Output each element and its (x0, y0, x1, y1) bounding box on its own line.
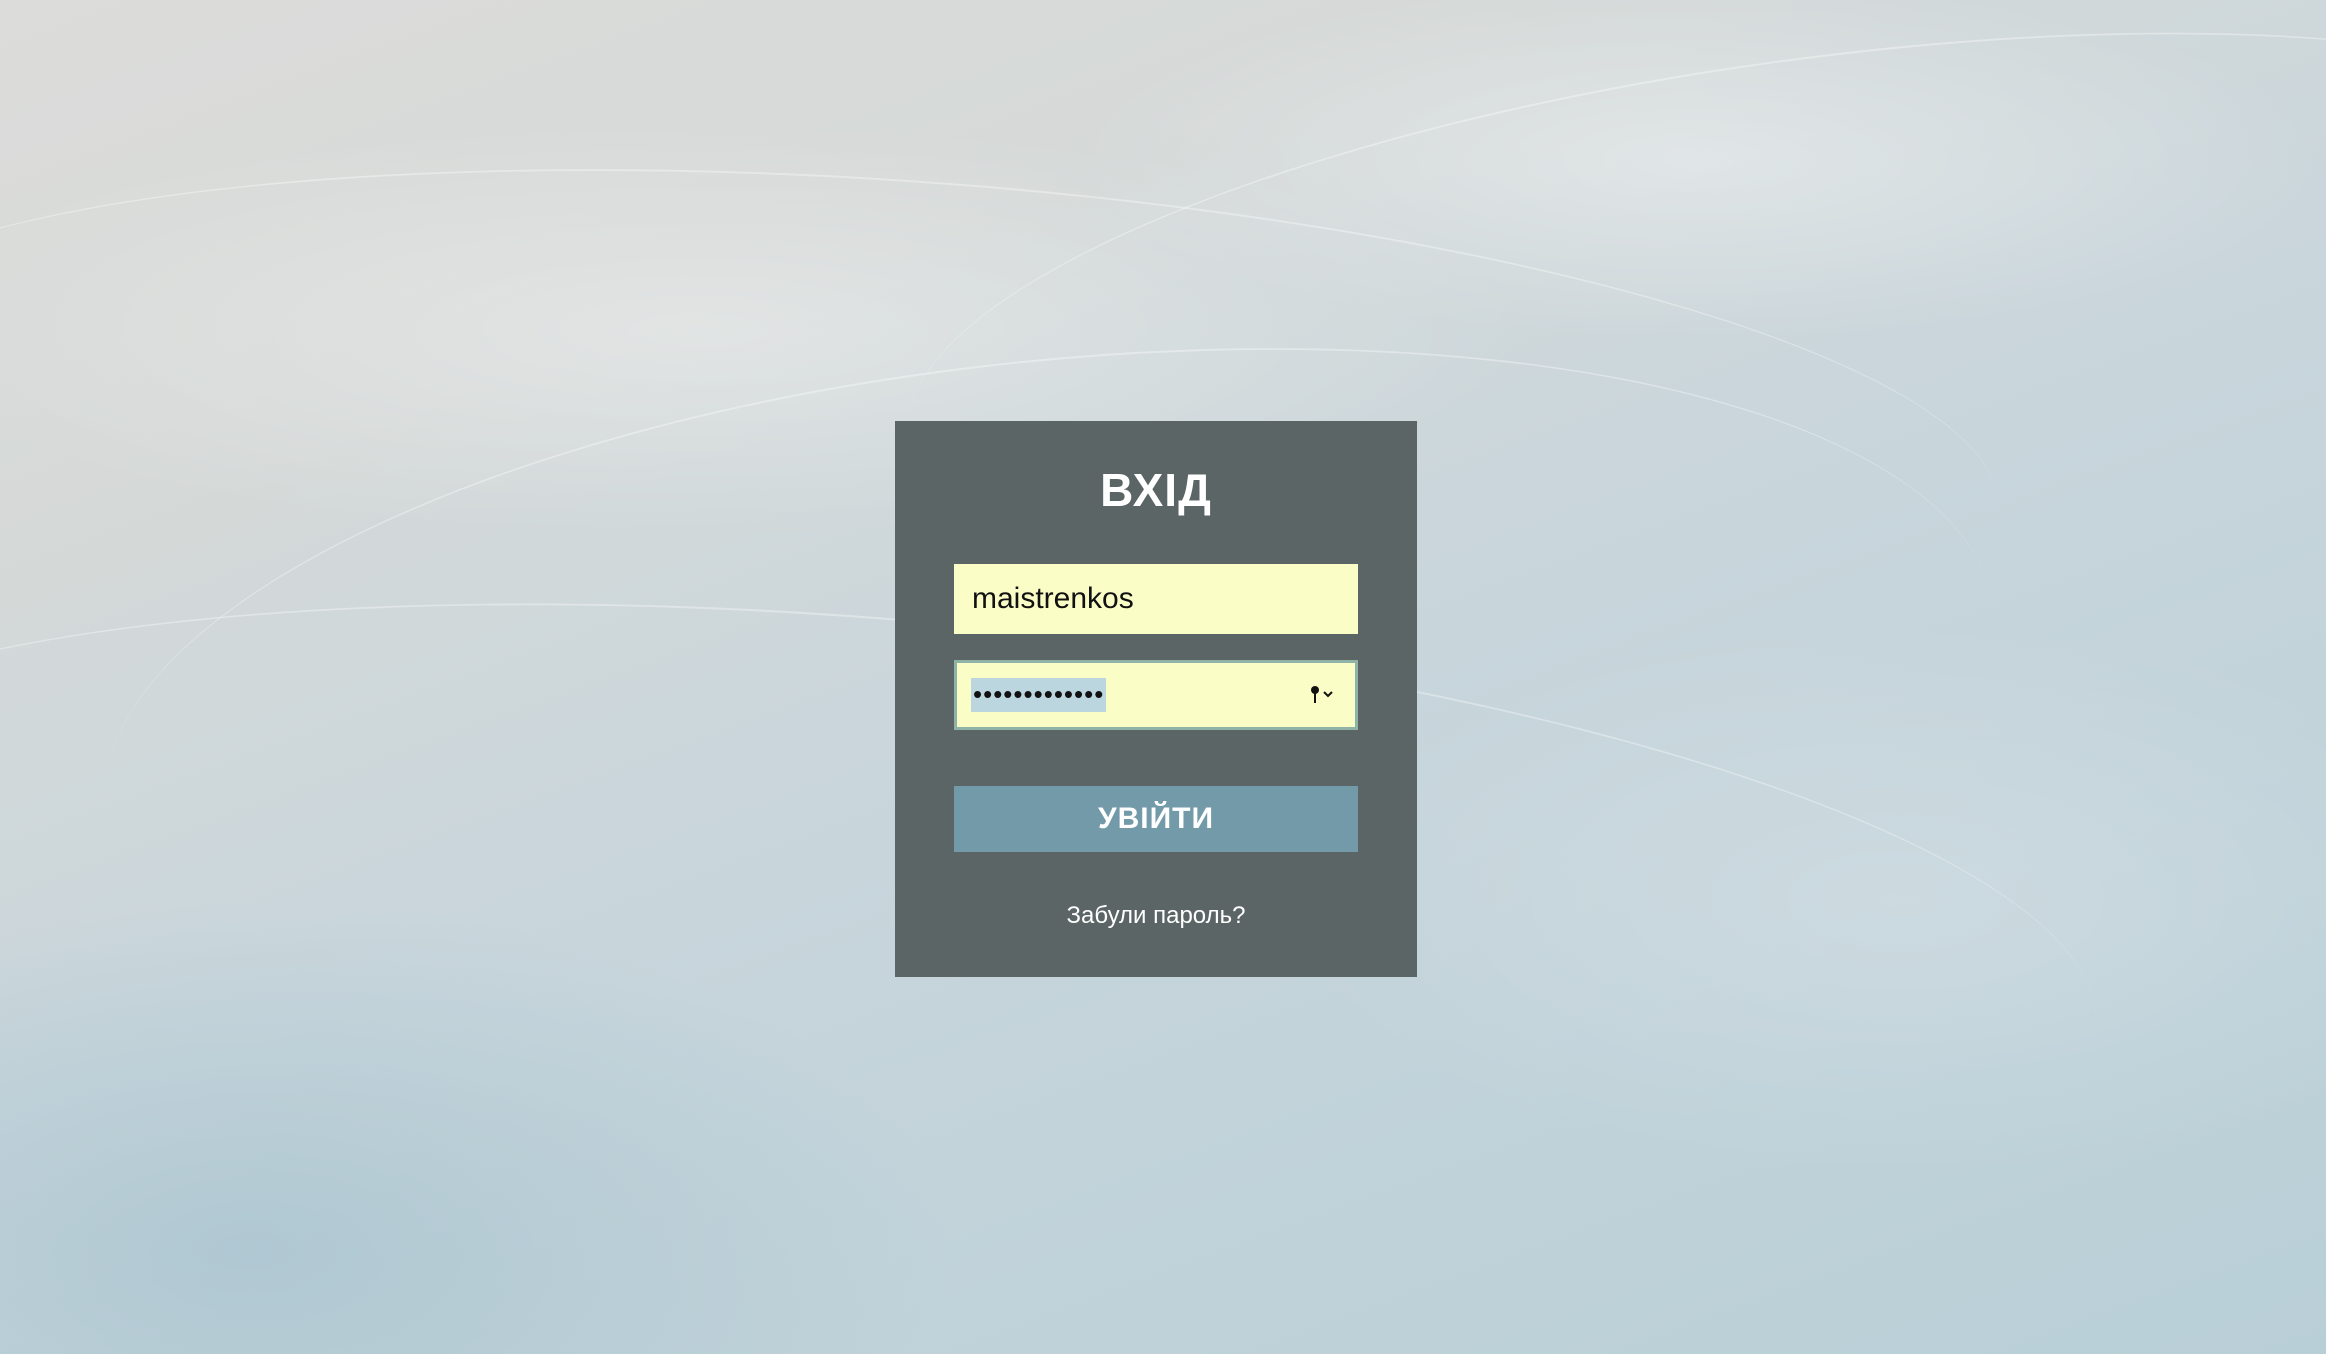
key-icon[interactable] (1307, 684, 1337, 706)
username-field[interactable]: maistrenkos (954, 564, 1358, 634)
password-value: ••••••••••••• (971, 678, 1107, 712)
login-card: ВХІД maistrenkos ••••••••••••• УВІЙТИ За… (895, 421, 1417, 977)
login-button[interactable]: УВІЙТИ (954, 786, 1358, 852)
username-value: maistrenkos (972, 582, 1134, 615)
login-title: ВХІД (1100, 464, 1212, 516)
forgot-password-link[interactable]: Забули пароль? (895, 902, 1417, 930)
password-field[interactable]: ••••••••••••• (954, 660, 1358, 730)
